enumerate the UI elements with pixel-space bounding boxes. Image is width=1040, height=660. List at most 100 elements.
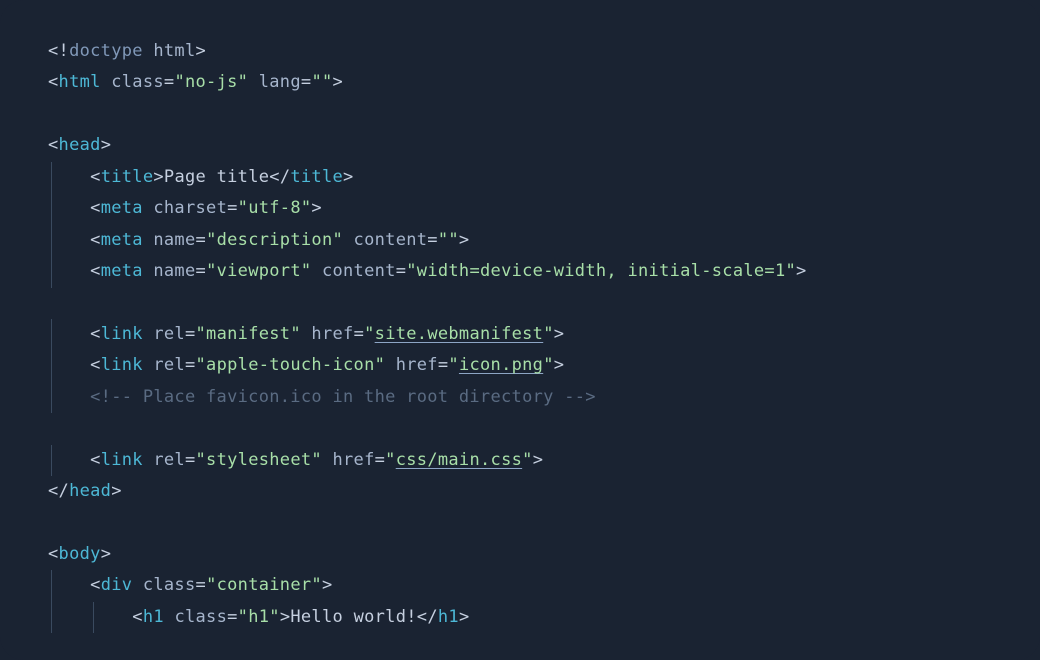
- code-token: rel: [143, 450, 185, 470]
- code-token: =: [396, 261, 407, 281]
- code-token: ": [364, 324, 375, 344]
- code-token: body: [59, 544, 101, 564]
- code-line: <h1 class="h1">Hello world!</h1>: [48, 602, 992, 633]
- code-token: <: [90, 450, 101, 470]
- code-token: <: [90, 355, 101, 375]
- code-line: </head>: [48, 476, 992, 507]
- code-token: =: [196, 261, 207, 281]
- code-token: "manifest": [196, 324, 301, 344]
- code-token: href: [301, 324, 354, 344]
- code-token: "description": [206, 230, 343, 250]
- code-token: =: [227, 198, 238, 218]
- code-token: =: [196, 230, 207, 250]
- code-token: "width=device-width, initial-scale=1": [406, 261, 796, 281]
- code-token: >: [554, 324, 565, 344]
- code-token: div: [101, 575, 133, 595]
- code-token: content: [343, 230, 427, 250]
- code-token: [48, 261, 90, 281]
- code-token: [48, 324, 90, 344]
- code-token: =: [354, 324, 365, 344]
- code-token: css/main.css: [396, 450, 522, 470]
- code-token: >: [554, 355, 565, 375]
- code-token: =: [227, 607, 238, 627]
- code-token: head: [59, 135, 101, 155]
- code-token: "container": [206, 575, 322, 595]
- code-token: </: [269, 167, 290, 187]
- code-token: h1: [143, 607, 164, 627]
- code-token: icon.png: [459, 355, 543, 375]
- code-token: title: [290, 167, 343, 187]
- code-token: href: [322, 450, 375, 470]
- code-line: <meta charset="utf-8">: [48, 193, 992, 224]
- code-token: html: [143, 41, 196, 61]
- code-line: <head>: [48, 130, 992, 161]
- code-token: >: [111, 481, 122, 501]
- code-token: link: [101, 324, 143, 344]
- code-editor: <!doctype html><html class="no-js" lang=…: [0, 0, 1040, 660]
- code-line: <body>: [48, 539, 992, 570]
- code-token: href: [385, 355, 438, 375]
- code-token: =: [301, 72, 312, 92]
- code-token: ": [385, 450, 396, 470]
- code-line: <link rel="apple-touch-icon" href="icon.…: [48, 350, 992, 381]
- code-token: name: [143, 261, 196, 281]
- code-token: <: [90, 575, 101, 595]
- code-line: <meta name="description" content="">: [48, 225, 992, 256]
- code-line: <meta name="viewport" content="width=dev…: [48, 256, 992, 287]
- code-token: >: [101, 544, 112, 564]
- code-token: <!: [48, 41, 69, 61]
- code-token: >: [101, 135, 112, 155]
- code-token: </: [417, 607, 438, 627]
- code-token: [48, 387, 90, 407]
- code-line: [48, 413, 992, 444]
- code-token: <: [48, 72, 59, 92]
- code-token: Page title: [164, 167, 269, 187]
- code-token: meta: [101, 198, 143, 218]
- code-token: >: [533, 450, 544, 470]
- code-token: h1: [438, 607, 459, 627]
- code-token: "viewport": [206, 261, 311, 281]
- code-token: =: [185, 324, 196, 344]
- code-token: Hello world!: [290, 607, 416, 627]
- code-token: =: [438, 355, 449, 375]
- code-token: "": [311, 72, 332, 92]
- code-line: <link rel="manifest" href="site.webmanif…: [48, 319, 992, 350]
- code-token: "no-js": [174, 72, 248, 92]
- code-token: title: [101, 167, 154, 187]
- code-token: ": [543, 324, 554, 344]
- code-token: >: [311, 198, 322, 218]
- code-token: [48, 607, 132, 627]
- code-token: >: [459, 607, 470, 627]
- code-token: [48, 230, 90, 250]
- code-token: ": [543, 355, 554, 375]
- code-token: >: [333, 72, 344, 92]
- code-token: <: [90, 261, 101, 281]
- code-token: ": [522, 450, 533, 470]
- code-token: <: [90, 167, 101, 187]
- code-token: class: [164, 607, 227, 627]
- code-token: =: [427, 230, 438, 250]
- code-token: =: [164, 72, 175, 92]
- code-token: >: [343, 167, 354, 187]
- code-token: =: [375, 450, 386, 470]
- code-token: [48, 575, 90, 595]
- code-token: "apple-touch-icon": [196, 355, 386, 375]
- code-token: >: [196, 41, 207, 61]
- code-token: ": [448, 355, 459, 375]
- code-token: link: [101, 355, 143, 375]
- code-line: <!doctype html>: [48, 36, 992, 67]
- code-token: charset: [143, 198, 227, 218]
- code-token: rel: [143, 355, 185, 375]
- code-token: >: [322, 575, 333, 595]
- code-token: "stylesheet": [196, 450, 322, 470]
- code-token: >: [796, 261, 807, 281]
- code-token: content: [311, 261, 395, 281]
- code-line: [48, 508, 992, 539]
- code-token: rel: [143, 324, 185, 344]
- code-token: <: [48, 544, 59, 564]
- code-token: =: [185, 450, 196, 470]
- code-token: </: [48, 481, 69, 501]
- code-token: [48, 198, 90, 218]
- code-token: "": [438, 230, 459, 250]
- code-token: meta: [101, 261, 143, 281]
